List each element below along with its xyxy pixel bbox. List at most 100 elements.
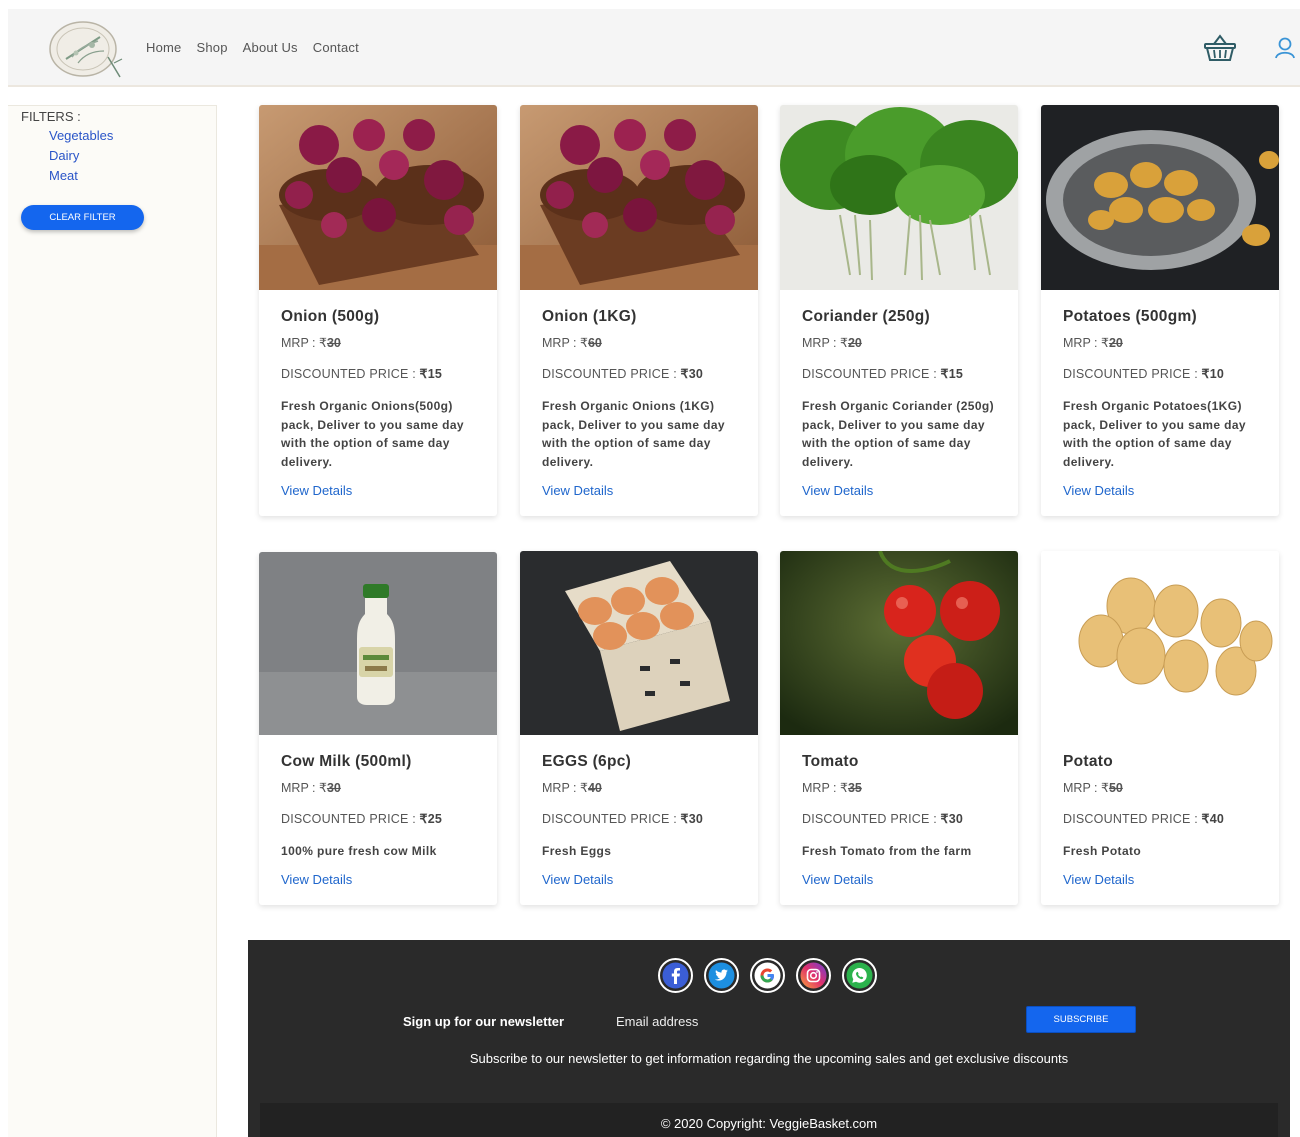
product-card[interactable]: Potatoes (500gm) MRP : ₹20 DISCOUNTED PR… [1041, 105, 1279, 516]
discount-value: ₹15 [940, 367, 964, 381]
product-card[interactable]: Coriander (250g) MRP : ₹20 DISCOUNTED PR… [780, 105, 1018, 516]
product-image[interactable] [520, 105, 758, 290]
product-name: Potatoes (500gm) [1063, 308, 1197, 325]
subscribe-button[interactable]: SUBSCRIBE [1026, 1006, 1136, 1033]
product-image[interactable] [259, 552, 497, 735]
product-mrp: MRP : ₹60 [542, 335, 736, 350]
filter-meat[interactable]: Meat [49, 167, 113, 187]
nav-home-link[interactable]: Home [146, 40, 181, 55]
subscribe-description: Subscribe to our newsletter to get infor… [469, 1051, 1069, 1066]
filter-dairy[interactable]: Dairy [49, 147, 113, 167]
product-discount: DISCOUNTED PRICE : ₹30 [542, 366, 736, 381]
email-input[interactable] [616, 1010, 1006, 1032]
product-mrp: MRP : ₹20 [802, 335, 996, 350]
discount-label: DISCOUNTED PRICE : [1063, 367, 1202, 381]
mrp-label: MRP : ₹ [281, 781, 327, 795]
social-links [658, 958, 877, 993]
product-description: Fresh Eggs [542, 844, 612, 858]
mrp-value: 60 [587, 336, 602, 350]
mrp-label: MRP : ₹ [802, 781, 848, 795]
discount-value: ₹30 [940, 812, 964, 826]
mrp-value: 30 [326, 336, 341, 350]
product-discount: DISCOUNTED PRICE : ₹40 [1063, 811, 1257, 826]
product-card[interactable]: Cow Milk (500ml) MRP : ₹30 DISCOUNTED PR… [259, 552, 497, 905]
navbar: Home Shop About Us Contact [8, 9, 1300, 87]
mrp-value: 30 [326, 781, 341, 795]
filter-sidebar: FILTERS : Vegetables Dairy Meat CLEAR FI… [8, 105, 217, 1137]
product-name: Coriander (250g) [802, 308, 930, 325]
view-details-link[interactable]: View Details [802, 872, 996, 887]
product-card[interactable]: Onion (500g) MRP : ₹30 DISCOUNTED PRICE … [259, 105, 497, 516]
copyright-bar: © 2020 Copyright: VeggieBasket.com [260, 1103, 1278, 1137]
google-icon[interactable] [750, 958, 785, 993]
nav-links: Home Shop About Us Contact [146, 40, 359, 55]
filter-vegetables[interactable]: Vegetables [49, 127, 113, 147]
product-name: Onion (500g) [281, 308, 380, 325]
product-description: Fresh Organic Onions(500g) pack, Deliver… [281, 399, 465, 470]
logo[interactable] [48, 19, 124, 79]
clear-filter-button[interactable]: CLEAR FILTER [21, 205, 144, 230]
product-description: Fresh Organic Potatoes(1KG) pack, Delive… [1063, 399, 1247, 470]
product-description: Fresh Tomato from the farm [802, 844, 972, 858]
discount-value: ₹15 [419, 367, 443, 381]
facebook-icon[interactable] [658, 958, 693, 993]
filter-list: Vegetables Dairy Meat [49, 127, 113, 187]
product-image[interactable] [1041, 105, 1279, 290]
nav-contact-link[interactable]: Contact [313, 40, 359, 55]
product-image[interactable] [780, 551, 1018, 735]
discount-label: DISCOUNTED PRICE : [281, 367, 420, 381]
discount-label: DISCOUNTED PRICE : [542, 812, 681, 826]
mrp-label: MRP : ₹ [281, 336, 327, 350]
product-name: EGGS (6pc) [542, 753, 632, 770]
discount-value: ₹30 [680, 367, 704, 381]
view-details-link[interactable]: View Details [281, 483, 475, 498]
twitter-icon[interactable] [704, 958, 739, 993]
nav-shop-link[interactable]: Shop [196, 40, 227, 55]
discount-label: DISCOUNTED PRICE : [1063, 812, 1202, 826]
product-description: 100% pure fresh cow Milk [281, 844, 437, 858]
discount-value: ₹25 [419, 812, 443, 826]
product-image[interactable] [520, 551, 758, 735]
product-card[interactable]: Potato MRP : ₹50 DISCOUNTED PRICE : ₹40 … [1041, 551, 1279, 905]
product-card[interactable]: EGGS (6pc) MRP : ₹40 DISCOUNTED PRICE : … [520, 551, 758, 905]
product-name: Cow Milk (500ml) [281, 753, 412, 770]
user-icon[interactable] [1274, 37, 1296, 59]
product-description: Fresh Organic Coriander (250g) pack, Del… [802, 399, 995, 470]
mrp-label: MRP : ₹ [802, 336, 848, 350]
product-discount: DISCOUNTED PRICE : ₹15 [802, 366, 996, 381]
discount-label: DISCOUNTED PRICE : [802, 812, 941, 826]
mrp-value: 20 [1108, 336, 1123, 350]
product-card[interactable]: Tomato MRP : ₹35 DISCOUNTED PRICE : ₹30 … [780, 551, 1018, 905]
mrp-label: MRP : ₹ [1063, 781, 1109, 795]
filters-title: FILTERS : [21, 109, 81, 124]
product-discount: DISCOUNTED PRICE : ₹25 [281, 811, 475, 826]
view-details-link[interactable]: View Details [802, 483, 996, 498]
discount-label: DISCOUNTED PRICE : [281, 812, 420, 826]
whatsapp-icon[interactable] [842, 958, 877, 993]
mrp-value: 40 [587, 781, 602, 795]
basket-icon[interactable] [1203, 33, 1237, 63]
product-image[interactable] [259, 105, 497, 290]
view-details-link[interactable]: View Details [542, 872, 736, 887]
view-details-link[interactable]: View Details [1063, 872, 1257, 887]
product-description: Fresh Potato [1063, 844, 1142, 858]
product-mrp: MRP : ₹35 [802, 780, 996, 795]
instagram-icon[interactable] [796, 958, 831, 993]
view-details-link[interactable]: View Details [1063, 483, 1257, 498]
product-mrp: MRP : ₹40 [542, 780, 736, 795]
discount-label: DISCOUNTED PRICE : [802, 367, 941, 381]
product-discount: DISCOUNTED PRICE : ₹10 [1063, 366, 1257, 381]
view-details-link[interactable]: View Details [542, 483, 736, 498]
product-mrp: MRP : ₹30 [281, 335, 475, 350]
discount-value: ₹30 [680, 812, 704, 826]
product-description: Fresh Organic Onions (1KG) pack, Deliver… [542, 399, 726, 470]
product-card[interactable]: Onion (1KG) MRP : ₹60 DISCOUNTED PRICE :… [520, 105, 758, 516]
discount-value: ₹10 [1201, 367, 1225, 381]
view-details-link[interactable]: View Details [281, 872, 475, 887]
product-discount: DISCOUNTED PRICE : ₹15 [281, 366, 475, 381]
nav-about-link[interactable]: About Us [243, 40, 298, 55]
newsletter-label: Sign up for our newsletter [403, 1014, 565, 1029]
product-image[interactable] [1041, 551, 1279, 735]
product-image[interactable] [780, 105, 1018, 290]
product-mrp: MRP : ₹50 [1063, 780, 1257, 795]
